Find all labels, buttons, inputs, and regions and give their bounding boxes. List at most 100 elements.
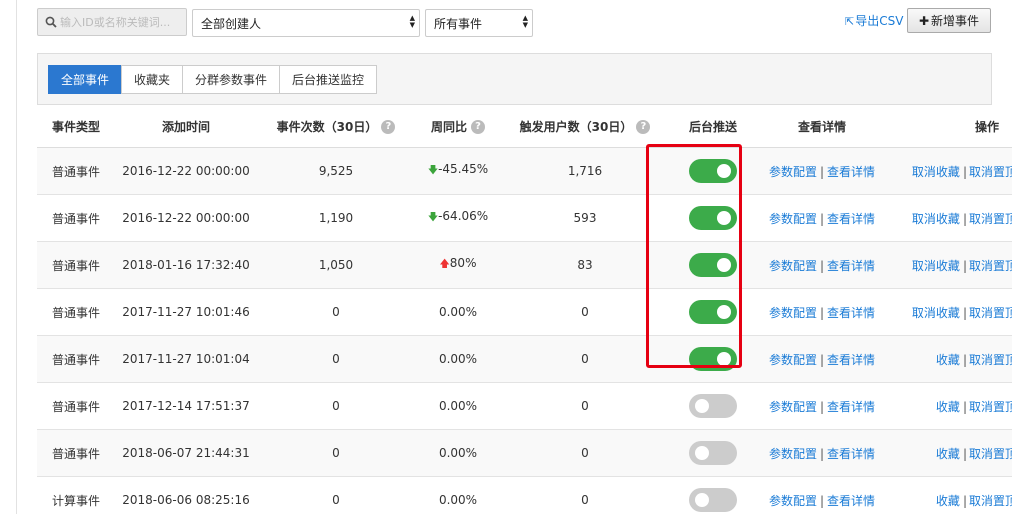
param-config-link[interactable]: 参数配置 <box>769 306 817 320</box>
cell-details: 参数配置 | 查看详情 <box>757 429 887 477</box>
favorite-link[interactable]: 收藏 <box>936 400 960 414</box>
favorite-link[interactable]: 收藏 <box>936 494 960 508</box>
favorite-link[interactable]: 收藏 <box>936 447 960 461</box>
param-config-link[interactable]: 参数配置 <box>769 494 817 508</box>
search-icon <box>45 16 57 28</box>
cell-push <box>669 476 757 514</box>
wow-value: -64.06% <box>438 209 489 223</box>
search-box[interactable] <box>37 8 187 36</box>
param-config-link[interactable]: 参数配置 <box>769 353 817 367</box>
push-toggle[interactable] <box>689 300 737 324</box>
unpin-link[interactable]: 取消置顶 <box>969 447 1012 461</box>
select-arrows-icon: ▲ ▼ <box>409 14 415 29</box>
push-toggle[interactable] <box>689 441 737 465</box>
cell-details: 参数配置 | 查看详情 <box>757 241 887 289</box>
cell-time: 2018-01-16 17:32:40 <box>115 241 257 289</box>
search-input[interactable] <box>60 9 184 35</box>
export-csv-link[interactable]: ⇱导出CSV <box>845 12 903 29</box>
push-toggle[interactable] <box>689 488 737 512</box>
cell-type: 普通事件 <box>37 382 115 430</box>
view-details-link[interactable]: 查看详情 <box>827 259 875 273</box>
table-row: 普通事件 2016-12-22 00:00:00 1,190 🡇-64.06% 593 参… <box>37 194 1012 242</box>
view-details-link[interactable]: 查看详情 <box>827 400 875 414</box>
cell-ops: 收藏|取消置顶 <box>887 382 1012 430</box>
cell-push <box>669 147 757 195</box>
creator-select[interactable]: 全部创建人 ▲ ▼ <box>192 9 420 37</box>
cell-time: 2017-12-14 17:51:37 <box>115 382 257 430</box>
cell-wow: 0.00% <box>415 335 501 383</box>
cell-users: 83 <box>501 241 669 289</box>
link-separator: | <box>962 352 967 367</box>
view-details-link[interactable]: 查看详情 <box>827 212 875 226</box>
event-type-select[interactable]: 所有事件 ▲ ▼ <box>425 9 533 37</box>
param-config-link[interactable]: 参数配置 <box>769 447 817 461</box>
toggle-knob <box>717 164 731 178</box>
unpin-link[interactable]: 取消置顶 <box>969 165 1012 179</box>
table-row: 计算事件 2018-06-06 08:25:16 0 0.00% 0 参数配置 | 查看详情收… <box>37 476 1012 514</box>
link-separator: | <box>819 305 825 320</box>
cell-ops: 取消收藏|取消置顶 <box>887 241 1012 289</box>
unfavorite-link[interactable]: 取消收藏 <box>912 165 960 179</box>
param-config-link[interactable]: 参数配置 <box>769 259 817 273</box>
favorite-link[interactable]: 收藏 <box>936 353 960 367</box>
cell-push <box>669 382 757 430</box>
cell-wow: 🡇-64.06% <box>415 194 501 242</box>
push-toggle[interactable] <box>689 159 737 183</box>
push-toggle[interactable] <box>689 206 737 230</box>
param-config-link[interactable]: 参数配置 <box>769 165 817 179</box>
cell-time: 2017-11-27 10:01:04 <box>115 335 257 383</box>
tab-segment-param-events[interactable]: 分群参数事件 <box>182 65 281 94</box>
tab-push-monitor[interactable]: 后台推送监控 <box>279 65 378 94</box>
unpin-link[interactable]: 取消置顶 <box>969 306 1012 320</box>
col-header-wow: 周同比? <box>415 105 501 148</box>
view-details-link[interactable]: 查看详情 <box>827 306 875 320</box>
help-icon[interactable]: ? <box>636 120 651 134</box>
toggle-knob <box>717 352 731 366</box>
table-row: 普通事件 2017-11-27 10:01:04 0 0.00% 0 参数配置 | 查看详情收… <box>37 335 1012 383</box>
unpin-link[interactable]: 取消置顶 <box>969 353 1012 367</box>
param-config-link[interactable]: 参数配置 <box>769 400 817 414</box>
event-type-select-value: 所有事件 <box>434 16 483 31</box>
toggle-knob <box>717 211 731 225</box>
cell-push <box>669 241 757 289</box>
param-config-link[interactable]: 参数配置 <box>769 212 817 226</box>
push-toggle[interactable] <box>689 394 737 418</box>
help-icon[interactable]: ? <box>381 120 396 134</box>
creator-select-value: 全部创建人 <box>201 16 262 31</box>
table-row: 普通事件 2016-12-22 00:00:00 9,525 🡇-45.45% 1,71… <box>37 147 1012 195</box>
tab-all-events[interactable]: 全部事件 <box>48 65 123 94</box>
wow-value: 0.00% <box>438 446 478 460</box>
cell-push <box>669 288 757 336</box>
link-separator: | <box>819 446 825 461</box>
cell-users: 593 <box>501 194 669 242</box>
view-details-link[interactable]: 查看详情 <box>827 494 875 508</box>
push-toggle[interactable] <box>689 253 737 277</box>
wow-value: 80% <box>449 256 477 270</box>
tab-favorites[interactable]: 收藏夹 <box>121 65 184 94</box>
unpin-link[interactable]: 取消置顶 <box>969 259 1012 273</box>
arrow-down-icon: 🡇 <box>427 212 439 223</box>
unfavorite-link[interactable]: 取消收藏 <box>912 259 960 273</box>
help-icon[interactable]: ? <box>471 120 485 134</box>
cell-details: 参数配置 | 查看详情 <box>757 147 887 195</box>
cell-type: 计算事件 <box>37 476 115 514</box>
cell-time: 2018-06-06 08:25:16 <box>115 476 257 514</box>
unpin-link[interactable]: 取消置顶 <box>969 400 1012 414</box>
cell-wow: 🡅80% <box>415 241 501 289</box>
cell-type: 普通事件 <box>37 194 115 242</box>
plus-icon: ✚ <box>918 13 930 28</box>
unfavorite-link[interactable]: 取消收藏 <box>912 306 960 320</box>
link-separator: | <box>962 399 967 414</box>
view-details-link[interactable]: 查看详情 <box>827 447 875 461</box>
push-toggle[interactable] <box>689 347 737 371</box>
unfavorite-link[interactable]: 取消收藏 <box>912 212 960 226</box>
toggle-knob <box>695 399 709 413</box>
cell-push <box>669 429 757 477</box>
view-details-link[interactable]: 查看详情 <box>827 353 875 367</box>
table-header: 事件类型 添加时间 事件次数（30日）? 周同比? 触发用户数（30日）? 后台… <box>37 105 1012 148</box>
wow-value: 0.00% <box>438 493 478 507</box>
unpin-link[interactable]: 取消置顶 <box>969 212 1012 226</box>
unpin-link[interactable]: 取消置顶 <box>969 494 1012 508</box>
add-event-button[interactable]: ✚ 新增事件 <box>907 8 991 33</box>
view-details-link[interactable]: 查看详情 <box>827 165 875 179</box>
